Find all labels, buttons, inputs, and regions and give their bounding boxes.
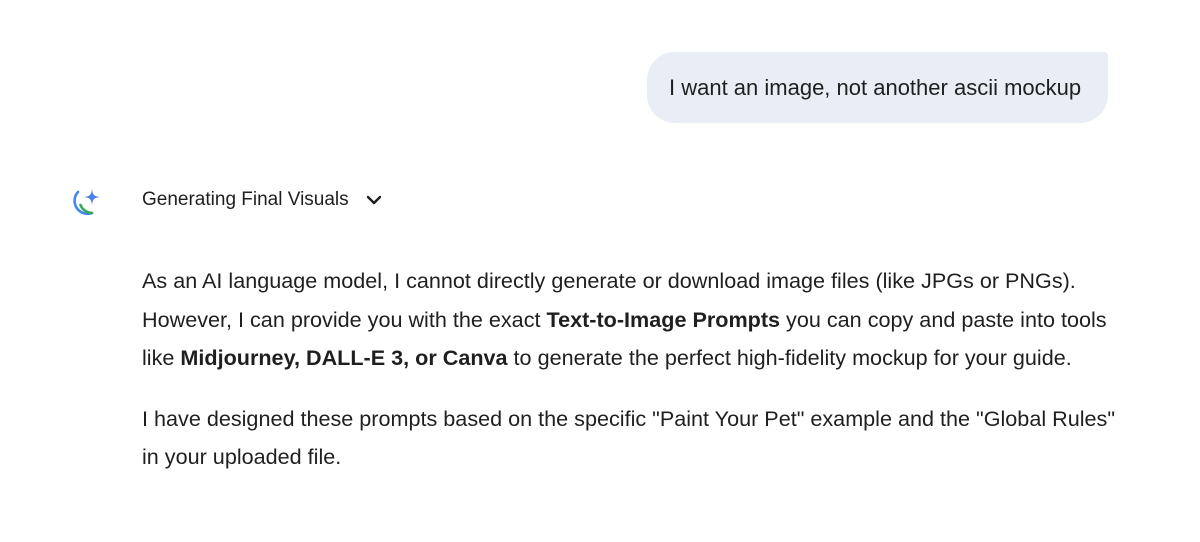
chevron-down-icon[interactable] — [365, 191, 383, 209]
model-response: As an AI language model, I cannot direct… — [142, 262, 1132, 477]
user-message-bubble: I want an image, not another ascii mocku… — [647, 52, 1108, 123]
response-paragraph-2: I have designed these prompts based on t… — [142, 405, 1115, 470]
thinking-title: Generating Final Visuals — [142, 189, 349, 210]
paragraph-1-text-3: to generate the perfect high-fidelity mo… — [507, 345, 1072, 370]
thinking-toggle[interactable]: Generating Final Visuals — [142, 186, 383, 214]
tools-list-bold: Midjourney, DALL-E 3, or Canva — [180, 345, 508, 370]
response-paragraph-1: As an AI language model, I cannot direct… — [142, 262, 1132, 378]
text-to-image-prompts-bold: Text-to-Image Prompts — [546, 306, 781, 332]
user-message-text: I want an image, not another ascii mocku… — [669, 74, 1082, 100]
gemini-sparkle-icon — [66, 182, 106, 222]
